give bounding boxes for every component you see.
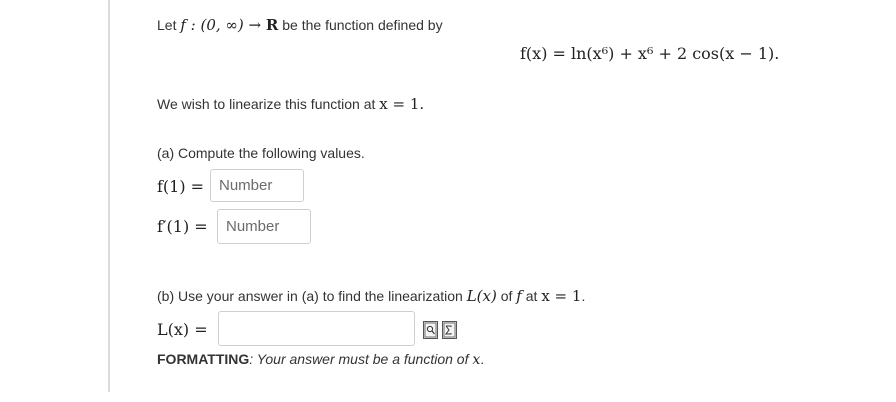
part-b-text-4: .: [581, 288, 586, 304]
linearization-symbol: L(x): [466, 287, 497, 305]
part-a-prompt: (a) Compute the following values.: [157, 145, 365, 161]
linearize-point: x = 1.: [379, 95, 425, 113]
linearization-input[interactable]: [218, 311, 415, 346]
part-b-point: x = 1: [541, 287, 582, 305]
intro-prefix: Let: [157, 17, 181, 33]
intro-suffix: be the function defined by: [278, 17, 443, 33]
f1-input[interactable]: [210, 169, 304, 202]
f1-label: f(1) =: [157, 177, 205, 196]
formatting-end: .: [480, 351, 485, 367]
equation-editor-icon[interactable]: [442, 321, 457, 339]
equation-editor-icon-glyph: [443, 322, 456, 338]
formatting-note: FORMATTING: Your answer must be a functi…: [157, 351, 484, 368]
linearization-label: L(x) =: [157, 320, 208, 339]
linearize-text: We wish to linearize this function at: [157, 96, 380, 112]
formatting-label: FORMATTING: [157, 351, 250, 367]
preview-icon[interactable]: [423, 321, 438, 339]
reals-symbol: R: [265, 16, 279, 34]
linearize-line: We wish to linearize this function at x …: [157, 95, 424, 113]
preview-icon-glyph: [424, 322, 437, 338]
content-left-border: [108, 0, 110, 392]
function-equation: f(x) = ln(x⁶) + x⁶ + 2 cos(x − 1).: [520, 44, 780, 63]
formatting-text: : Your answer must be a function of: [249, 351, 473, 367]
function-signature: f : (0, ∞) →: [180, 16, 266, 34]
part-b-prompt: (b) Use your answer in (a) to find the l…: [157, 287, 585, 305]
part-b-text-1: (b) Use your answer in (a) to find the l…: [157, 288, 467, 304]
intro-line: Let f : (0, ∞) → R be the function defin…: [157, 16, 443, 34]
part-b-text-3: at: [521, 288, 542, 304]
part-b-text-2: of: [496, 288, 517, 304]
fprime1-label: f′(1) =: [157, 217, 208, 236]
fprime1-input[interactable]: [217, 209, 311, 244]
